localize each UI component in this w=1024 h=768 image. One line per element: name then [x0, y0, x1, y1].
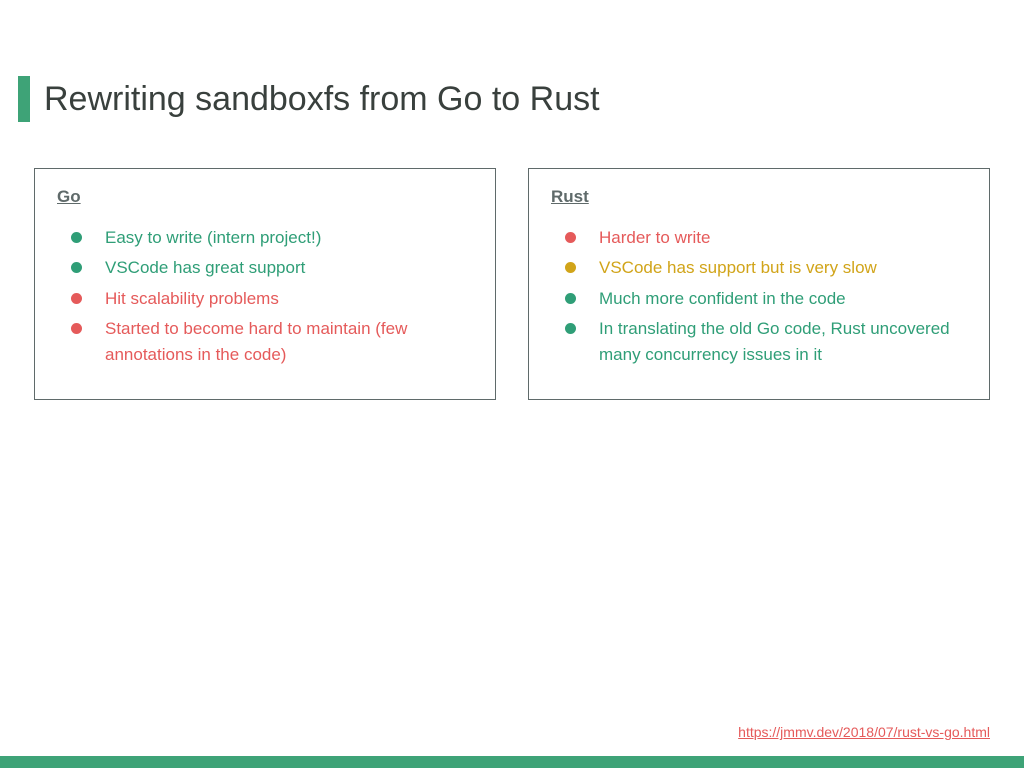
bottom-stripe [0, 756, 1024, 768]
list-item: In translating the old Go code, Rust unc… [565, 316, 967, 369]
list-item: Easy to write (intern project!) [71, 225, 473, 251]
list-item: VSCode has support but is very slow [565, 255, 967, 281]
rust-card: Rust Harder to write VSCode has support … [528, 168, 990, 400]
go-card: Go Easy to write (intern project!) VSCod… [34, 168, 496, 400]
source-link[interactable]: https://jmmv.dev/2018/07/rust-vs-go.html [738, 724, 990, 740]
go-bullet-list: Easy to write (intern project!) VSCode h… [57, 225, 473, 369]
go-heading: Go [57, 187, 473, 207]
comparison-columns: Go Easy to write (intern project!) VSCod… [34, 168, 990, 400]
rust-bullet-list: Harder to write VSCode has support but i… [551, 225, 967, 369]
rust-heading: Rust [551, 187, 967, 207]
accent-bar [18, 76, 30, 122]
list-item: Much more confident in the code [565, 286, 967, 312]
list-item: Hit scalability problems [71, 286, 473, 312]
list-item: VSCode has great support [71, 255, 473, 281]
title-row: Rewriting sandboxfs from Go to Rust [18, 76, 994, 122]
slide-title: Rewriting sandboxfs from Go to Rust [44, 80, 600, 119]
list-item: Started to become hard to maintain (few … [71, 316, 473, 369]
list-item: Harder to write [565, 225, 967, 251]
